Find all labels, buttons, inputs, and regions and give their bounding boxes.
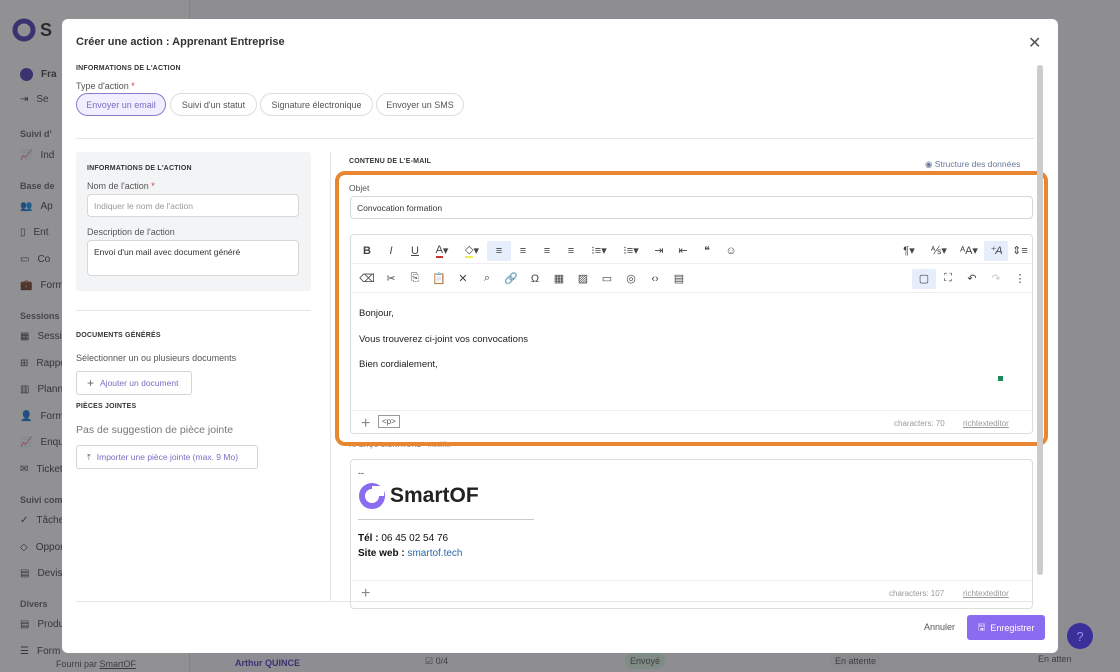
panel-title: INFORMATIONS DE L'ACTION xyxy=(87,165,192,172)
section-title: INFORMATIONS DE L'ACTION xyxy=(76,65,181,72)
upload-icon: ⤒ xyxy=(87,451,91,462)
add-document-button[interactable]: + Ajouter un document xyxy=(76,371,192,395)
save-icon: 🖫 xyxy=(977,621,986,632)
email-title: CONTENU DE L'E-MAIL xyxy=(349,158,432,165)
data-structure-link[interactable]: ◉ Structure des données xyxy=(925,159,1020,170)
column-divider xyxy=(330,152,331,602)
signature-editor: -- SmartOF Tél : 06 45 02 54 76 Site web… xyxy=(350,459,1033,609)
signature-divider xyxy=(358,519,534,520)
highlight-annotation xyxy=(335,171,1048,446)
cancel-button[interactable]: Annuler xyxy=(924,622,955,632)
save-button[interactable]: 🖫 Enregistrer xyxy=(967,615,1045,640)
type-sms-pill[interactable]: Envoyer un SMS xyxy=(376,93,464,116)
action-info-panel: INFORMATIONS DE L'ACTION Nom de l'action… xyxy=(76,152,311,291)
action-name-input[interactable]: Indiquer le nom de l'action xyxy=(87,194,299,217)
type-signature-pill[interactable]: Signature électronique xyxy=(260,93,373,116)
editor-brand-link[interactable]: richtexteditor xyxy=(963,589,1009,598)
modal-scrollbar[interactable] xyxy=(1037,65,1043,575)
signature-statusbar: + characters: 107 richtexteditor xyxy=(351,580,1032,602)
type-label: Type d'action * xyxy=(76,81,135,91)
eye-icon: ◉ xyxy=(925,159,933,169)
footer-divider xyxy=(76,601,1034,602)
action-description-textarea[interactable]: Envoi d'un mail avec document généré xyxy=(87,240,299,276)
plus-icon: + xyxy=(87,376,95,390)
type-email-pill[interactable]: Envoyer un email xyxy=(76,93,166,116)
divider xyxy=(76,310,311,311)
type-status-pill[interactable]: Suivi d'un statut xyxy=(170,93,257,116)
signature-dash: -- xyxy=(358,468,364,478)
desc-label: Description de l'action xyxy=(87,227,175,237)
char-count: characters: 107 xyxy=(889,589,945,598)
create-action-modal: Créer une action : Apprenant Entreprise … xyxy=(62,19,1058,653)
attachments-empty: Pas de suggestion de pièce jointe xyxy=(76,424,234,436)
signature-phone: Tél : 06 45 02 54 76 xyxy=(358,533,449,544)
close-icon[interactable]: ✕ xyxy=(1028,33,1041,53)
name-label: Nom de l'action * xyxy=(87,181,155,191)
divider xyxy=(76,138,1034,139)
smartof-logo: SmartOF xyxy=(358,482,479,510)
help-button[interactable]: ? xyxy=(1067,623,1093,649)
docs-title: DOCUMENTS GÉNÉRÉS xyxy=(76,332,161,339)
docs-hint: Sélectionner un ou plusieurs documents xyxy=(76,353,237,363)
attachments-title: PIÈCES JOINTES xyxy=(76,403,137,410)
import-attachment-button[interactable]: ⤒ Importer une pièce jointe (max. 9 Mo) xyxy=(76,445,258,469)
modal-title: Créer une action : Apprenant Entreprise xyxy=(76,36,285,48)
website-link[interactable]: smartof.tech xyxy=(407,548,462,559)
signature-website: Site web : smartof.tech xyxy=(358,548,463,559)
